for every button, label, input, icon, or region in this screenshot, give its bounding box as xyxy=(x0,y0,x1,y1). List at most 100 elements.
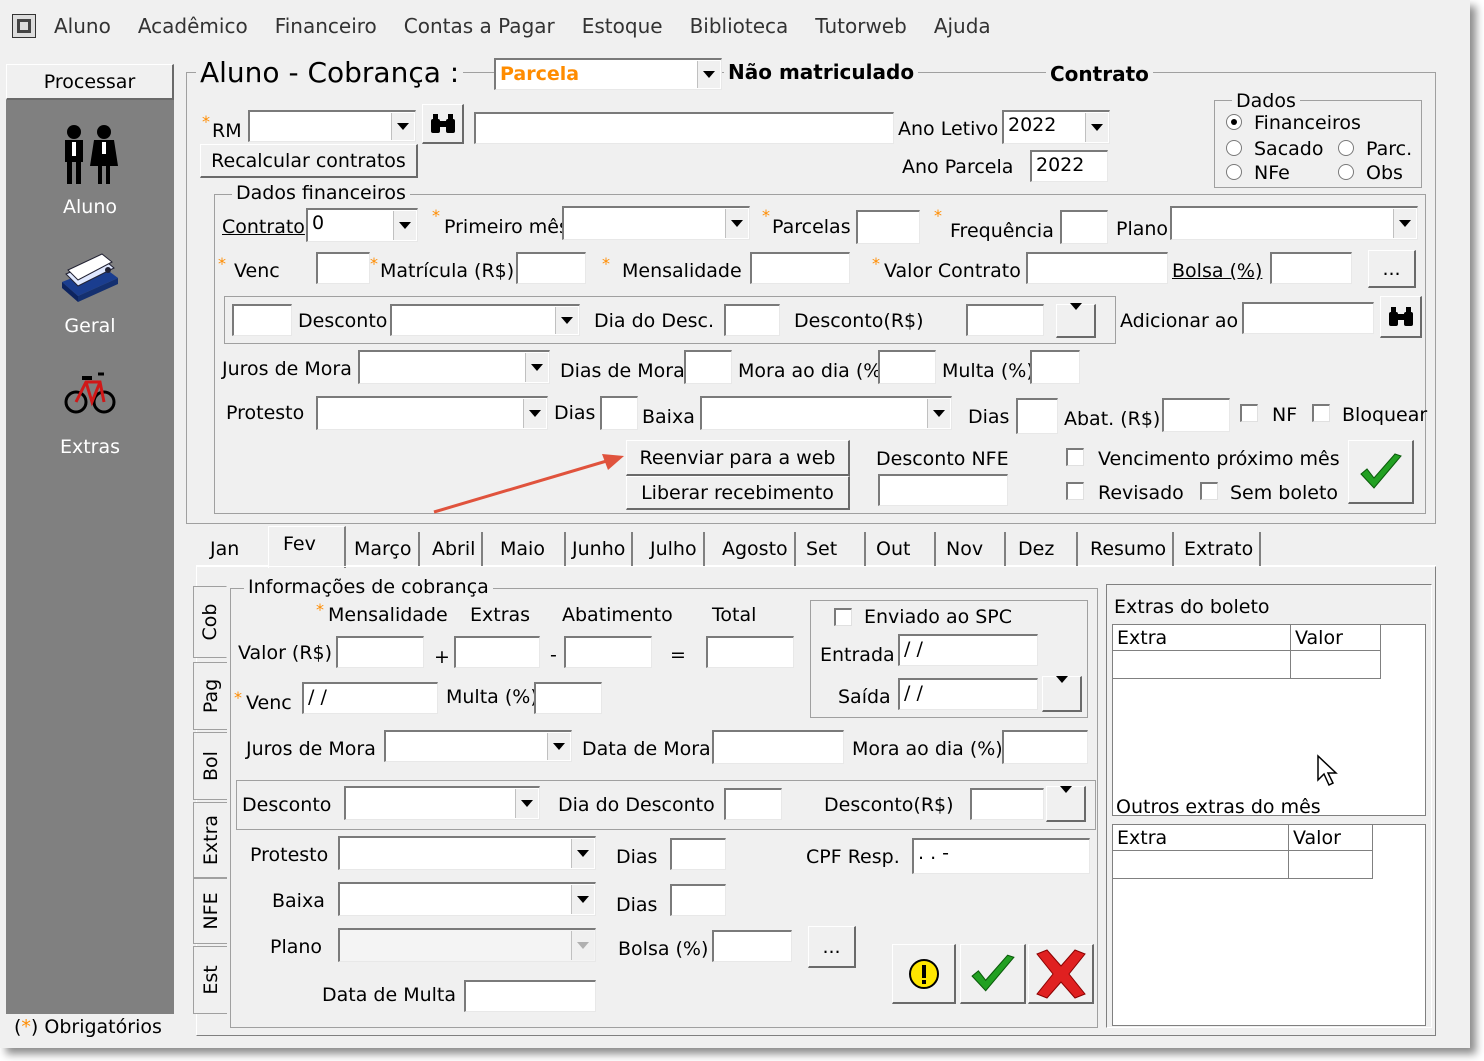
chevron-down-icon[interactable] xyxy=(571,839,594,868)
dia-desconto-field[interactable] xyxy=(724,788,782,820)
tab-fev[interactable]: Fev xyxy=(268,526,346,568)
parcelas-field[interactable] xyxy=(856,210,920,244)
student-name-field[interactable] xyxy=(474,112,894,144)
primeiro-mes-select[interactable] xyxy=(562,206,750,240)
sidebar-item-aluno[interactable]: Aluno xyxy=(6,196,174,218)
nf-checkbox[interactable] xyxy=(1240,404,1258,422)
save-button[interactable] xyxy=(960,944,1026,1004)
desconto-pct-field[interactable] xyxy=(232,304,292,336)
chevron-down-icon[interactable] xyxy=(1393,209,1416,238)
chevron-down-icon[interactable] xyxy=(571,885,594,914)
desconto-nfe-field[interactable] xyxy=(878,474,1008,506)
dias-mora-field[interactable] xyxy=(684,350,732,384)
menu-ajuda[interactable]: Ajuda xyxy=(934,14,991,42)
spc-checkbox[interactable] xyxy=(834,608,852,626)
bolsa-link[interactable]: Bolsa (%) xyxy=(1172,260,1262,282)
multa-field[interactable] xyxy=(1030,350,1080,384)
tab-extrato[interactable]: Extrato xyxy=(1178,532,1262,566)
recalcular-contratos-button[interactable]: Recalcular contratos xyxy=(200,144,418,178)
contrato-link[interactable]: Contrato xyxy=(222,216,305,238)
saida-field[interactable]: / / xyxy=(898,678,1038,710)
chevron-down-icon[interactable] xyxy=(547,733,570,760)
dia-desc-field[interactable] xyxy=(724,304,780,336)
tab-maio[interactable]: Maio xyxy=(494,532,566,566)
data-multa-field[interactable] xyxy=(464,980,596,1012)
bloquear-checkbox[interactable] xyxy=(1312,404,1330,422)
radio-obs[interactable] xyxy=(1338,164,1354,180)
chevron-down-icon[interactable] xyxy=(697,61,720,88)
warning-button[interactable] xyxy=(892,944,956,1004)
reenviar-web-button[interactable]: Reenviar para a web xyxy=(626,440,850,476)
cob-bolsa-field[interactable] xyxy=(712,930,792,962)
cancel-button[interactable] xyxy=(1028,944,1094,1004)
desconto-rs-field[interactable] xyxy=(966,304,1044,336)
radio-financeiros-label[interactable]: Financeiros xyxy=(1254,112,1361,134)
cpf-resp-field[interactable]: . . - xyxy=(912,838,1090,874)
outros-extras-grid[interactable]: Extra Valor xyxy=(1112,824,1426,1026)
ano-parcela-field[interactable]: 2022 xyxy=(1030,150,1108,182)
radio-nfe-label[interactable]: NFe xyxy=(1254,162,1290,184)
outros-extras-col-valor[interactable]: Valor xyxy=(1289,825,1373,851)
menu-estoque[interactable]: Estoque xyxy=(582,14,663,42)
adicionar-field[interactable] xyxy=(1242,302,1374,334)
protesto-dias-field[interactable] xyxy=(600,396,638,430)
menu-biblioteca[interactable]: Biblioteca xyxy=(690,14,789,42)
desconto-select[interactable] xyxy=(390,304,580,336)
cob-venc-field[interactable]: / / xyxy=(302,682,438,714)
mora-dia-field[interactable] xyxy=(878,350,936,384)
chevron-down-icon[interactable] xyxy=(555,307,578,334)
sidebar-item-geral[interactable]: Geral xyxy=(6,315,174,337)
sidebar-item-extras[interactable]: Extras xyxy=(6,436,174,458)
cob-mora-dia-field[interactable] xyxy=(1002,730,1088,764)
tab-out[interactable]: Out xyxy=(870,532,936,566)
tab-julho[interactable]: Julho xyxy=(644,532,705,566)
chevron-down-icon[interactable] xyxy=(393,211,416,240)
radio-parc[interactable] xyxy=(1338,140,1354,156)
cob-baixa-select[interactable] xyxy=(338,882,596,916)
menu-academico[interactable]: Acadêmico xyxy=(138,14,248,42)
ano-letivo-select[interactable]: 2022 xyxy=(1002,110,1110,144)
cob-bolsa-ellipsis-button[interactable]: ... xyxy=(808,926,856,968)
tab-set[interactable]: Set xyxy=(800,532,866,566)
vtab-extra[interactable]: Extra xyxy=(193,802,227,878)
chevron-down-icon[interactable] xyxy=(571,931,594,960)
radio-sacado-label[interactable]: Sacado xyxy=(1254,138,1323,160)
extras-boleto-cell[interactable] xyxy=(1113,651,1291,679)
people-icon[interactable] xyxy=(58,124,122,193)
valor-contrato-field[interactable] xyxy=(1026,252,1168,284)
cob-desconto-select[interactable] xyxy=(344,786,540,820)
tab-nov[interactable]: Nov xyxy=(940,532,1006,566)
cob-protesto-dias-field[interactable] xyxy=(670,838,726,870)
tab-abril[interactable]: Abril xyxy=(426,532,484,566)
outros-extras-cell[interactable] xyxy=(1289,851,1373,879)
sem-boleto-checkbox[interactable] xyxy=(1200,482,1218,500)
tab-agosto[interactable]: Agosto xyxy=(716,532,796,566)
processar-button[interactable]: Processar xyxy=(6,64,174,100)
vtab-nfe[interactable]: NFE xyxy=(193,878,227,944)
valor-mensalidade-field[interactable] xyxy=(336,636,424,668)
adicionar-search-button[interactable] xyxy=(1380,296,1422,338)
tab-dez[interactable]: Dez xyxy=(1012,532,1078,566)
radio-financeiros[interactable] xyxy=(1226,114,1242,130)
tab-junho[interactable]: Junho xyxy=(566,532,634,566)
tab-resumo[interactable]: Resumo xyxy=(1084,532,1175,566)
desconto-dropdown-button[interactable] xyxy=(1056,304,1096,338)
mensalidade-field[interactable] xyxy=(750,252,850,284)
radio-parc-label[interactable]: Parc. xyxy=(1366,138,1412,160)
cob-desconto-rs-field[interactable] xyxy=(970,788,1044,820)
liberar-recebimento-button[interactable]: Liberar recebimento xyxy=(626,476,850,510)
plano-select[interactable] xyxy=(1170,206,1418,240)
menu-tutorweb[interactable]: Tutorweb xyxy=(815,14,907,42)
rm-search-button[interactable] xyxy=(422,104,464,144)
chevron-down-icon[interactable] xyxy=(927,399,950,428)
rm-select[interactable] xyxy=(248,110,416,142)
abat-field[interactable] xyxy=(1162,398,1230,432)
juros-mora-select[interactable] xyxy=(358,350,550,384)
card-file-icon[interactable] xyxy=(58,248,122,309)
frequencia-field[interactable] xyxy=(1060,210,1108,244)
chevron-down-icon[interactable] xyxy=(391,113,414,140)
cob-baixa-dias-field[interactable] xyxy=(670,884,726,916)
radio-obs-label[interactable]: Obs xyxy=(1366,162,1403,184)
vtab-pag[interactable]: Pag xyxy=(193,662,227,730)
tab-marco[interactable]: Março xyxy=(348,532,420,566)
